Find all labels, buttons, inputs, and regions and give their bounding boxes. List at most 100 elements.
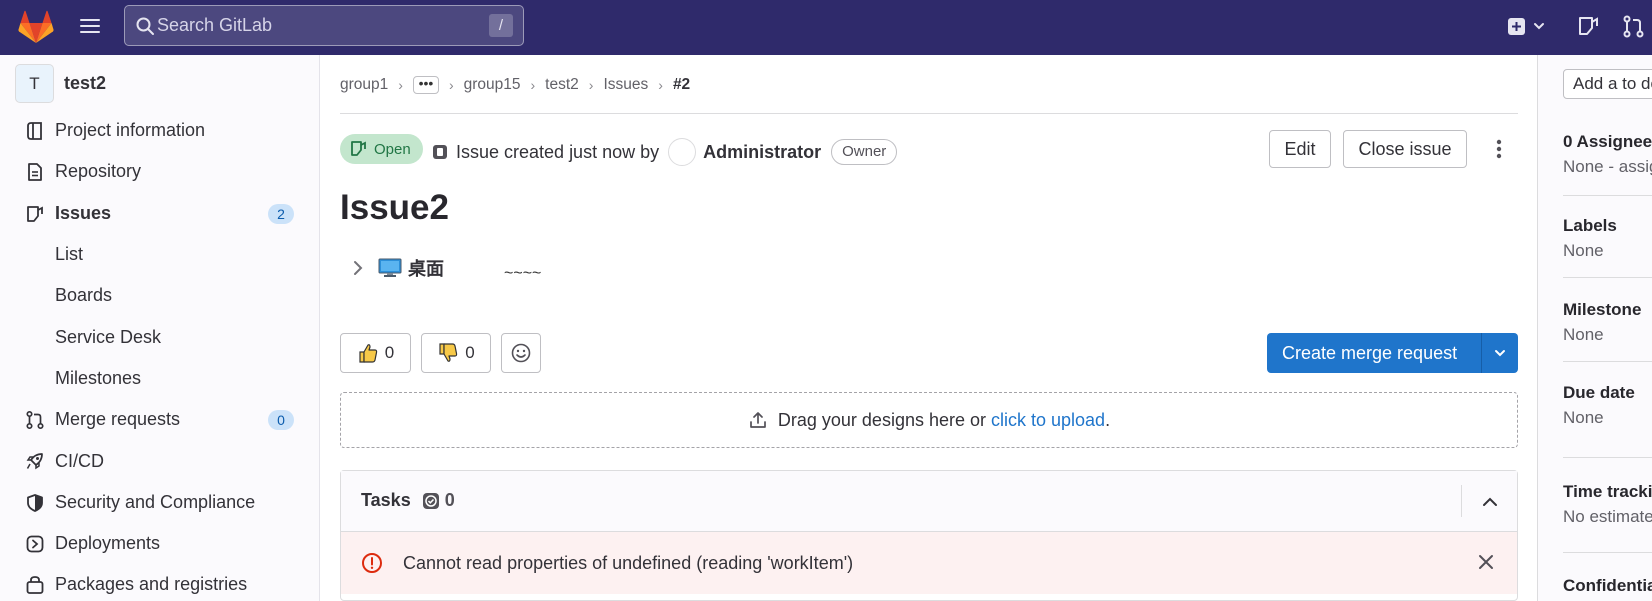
close-icon[interactable]: [1475, 551, 1497, 573]
sidebar-item-label: Deployments: [55, 533, 161, 554]
sidebar-nav: Project information Repository Issues 2 …: [0, 110, 320, 601]
breadcrumb-separator-icon: ›: [588, 77, 594, 93]
dropzone-suffix: .: [1105, 409, 1111, 430]
breadcrumb-item-test2[interactable]: test2: [545, 76, 579, 94]
top-merge-requests-link[interactable]: [1622, 14, 1646, 40]
breadcrumb-item-issues[interactable]: Issues: [603, 76, 648, 94]
add-todo-button[interactable]: Add a to do: [1563, 69, 1652, 99]
error-message: Cannot read properties of undefined (rea…: [403, 552, 854, 573]
author-name[interactable]: Administrator: [703, 142, 821, 163]
breadcrumb-divider: [340, 113, 1518, 114]
sidebar-item-ci-cd[interactable]: CI/CD: [0, 440, 320, 481]
sidebar-item-label: Security and Compliance: [55, 491, 256, 512]
thumbs-down-button[interactable]: 0: [421, 333, 491, 373]
close-issue-button[interactable]: Close issue: [1343, 130, 1467, 168]
sidebar-item-label: Service Desk: [55, 326, 162, 347]
upload-icon: [750, 412, 766, 428]
issues-icon: [27, 205, 43, 222]
merge-requests-count-badge: 0: [268, 410, 294, 431]
sidebar-divider: [1563, 195, 1652, 196]
sidebar-item-label: Project information: [55, 120, 206, 141]
sidebar-item-repository[interactable]: Repository: [0, 151, 320, 192]
sidebar-item-deployments[interactable]: Deployments: [0, 523, 320, 564]
sidebar-item-list[interactable]: List: [0, 234, 320, 275]
milestone-value: None: [1563, 325, 1604, 344]
upload-link[interactable]: click to upload: [991, 410, 1105, 431]
project-avatar: T: [15, 63, 54, 103]
gitlab-logo-icon[interactable]: [18, 10, 54, 44]
search-icon: [136, 17, 154, 35]
thumbs-up-button[interactable]: 0: [340, 333, 411, 373]
sidebar-item-milestones[interactable]: Milestones: [0, 358, 320, 399]
rocket-icon: [26, 453, 43, 470]
milestone-section: Milestone None: [1563, 300, 1652, 345]
sidebar-divider: [1563, 552, 1652, 553]
confidentiality-section: Confidentiality: [1563, 576, 1652, 596]
thumbs-up-icon: [359, 344, 377, 363]
breadcrumb-current[interactable]: #2: [673, 76, 690, 94]
menu-icon[interactable]: [78, 16, 102, 36]
merge-request-icon: [1623, 15, 1644, 38]
left-sidebar: T test2 Project information Repository I…: [0, 55, 320, 601]
search-box[interactable]: /: [124, 5, 524, 46]
tasks-widget: Tasks 0 Cannot read properties of undefi…: [340, 470, 1518, 601]
top-issues-link[interactable]: [1576, 14, 1600, 40]
sidebar-item-project-information[interactable]: Project information: [0, 110, 320, 151]
edit-button[interactable]: Edit: [1269, 130, 1331, 168]
role-badge: Owner: [831, 139, 898, 165]
breadcrumb-item-group1[interactable]: group1: [340, 76, 388, 94]
tasks-header: Tasks 0: [341, 471, 1517, 532]
dropzone-text: Drag your designs here or: [777, 409, 986, 430]
create-merge-request-button[interactable]: Create merge request: [1267, 333, 1518, 373]
sidebar-item-boards[interactable]: Boards: [0, 275, 320, 316]
due-date-heading: Due date: [1563, 383, 1635, 402]
more-actions-icon[interactable]: [1487, 137, 1511, 161]
sidebar-item-security-and-compliance[interactable]: Security and Compliance: [0, 482, 320, 523]
project-name: test2: [64, 72, 107, 93]
sidebar-item-service-desk[interactable]: Service Desk: [0, 316, 320, 357]
breadcrumb-item-group15[interactable]: group15: [464, 76, 521, 94]
due-date-value: None: [1563, 408, 1604, 427]
merge-request-icon: [26, 411, 44, 430]
assignees-heading: 0 Assignees: [1563, 132, 1652, 151]
assignees-value[interactable]: None - assign yourself: [1563, 157, 1652, 177]
breadcrumb: group1 › ••• › group15 › test2 › Issues …: [340, 73, 1518, 97]
tasks-count: 0: [421, 490, 455, 511]
sidebar-item-label: List: [55, 244, 84, 265]
page-title: Issue2: [340, 188, 449, 227]
issues-icon: [1579, 17, 1598, 35]
error-icon: [362, 553, 382, 573]
time-tracking-section: Time tracking No estimate or time spent: [1563, 482, 1652, 527]
tasks-title: Tasks: [361, 490, 411, 510]
sidebar-item-packages-and-registries[interactable]: Packages and registries: [0, 564, 320, 601]
breadcrumb-expand-button[interactable]: •••: [412, 76, 439, 94]
issue-meta-text: Issue created just now by: [456, 141, 660, 162]
issue-description: 桌面 ~~~~: [350, 253, 541, 283]
add-reaction-button[interactable]: [501, 333, 541, 373]
chevron-up-icon[interactable]: [1478, 490, 1502, 514]
create-merge-request-label: Create merge request: [1282, 342, 1458, 363]
design-dropzone[interactable]: Drag your designs here or click to uploa…: [340, 392, 1518, 448]
task-done-icon: [422, 492, 439, 509]
sidebar-divider: [1563, 457, 1652, 458]
details-summary[interactable]: 桌面: [408, 255, 444, 281]
sidebar-item-issues[interactable]: Issues 2: [0, 193, 320, 234]
create-merge-request-dropdown[interactable]: [1482, 346, 1518, 360]
sidebar-item-label: Boards: [55, 285, 113, 306]
chevron-right-icon[interactable]: [350, 260, 366, 276]
labels-value: None: [1563, 241, 1604, 260]
issue-open-icon: [351, 141, 366, 156]
create-new-dropdown[interactable]: [1506, 14, 1550, 40]
avatar[interactable]: [668, 138, 697, 166]
search-input[interactable]: [157, 10, 477, 41]
project-header[interactable]: T test2: [15, 63, 106, 103]
deployments-icon: [26, 535, 44, 553]
tasks-header-divider: [1461, 485, 1462, 517]
breadcrumb-separator-icon: ›: [448, 77, 454, 93]
shield-icon: [27, 493, 43, 512]
sidebar-item-merge-requests[interactable]: Merge requests 0: [0, 399, 320, 440]
project-info-icon: [27, 122, 42, 140]
due-date-section: Due date None: [1563, 383, 1652, 428]
issue-type-icon: [433, 145, 447, 159]
thumbs-down-icon: [439, 343, 458, 362]
